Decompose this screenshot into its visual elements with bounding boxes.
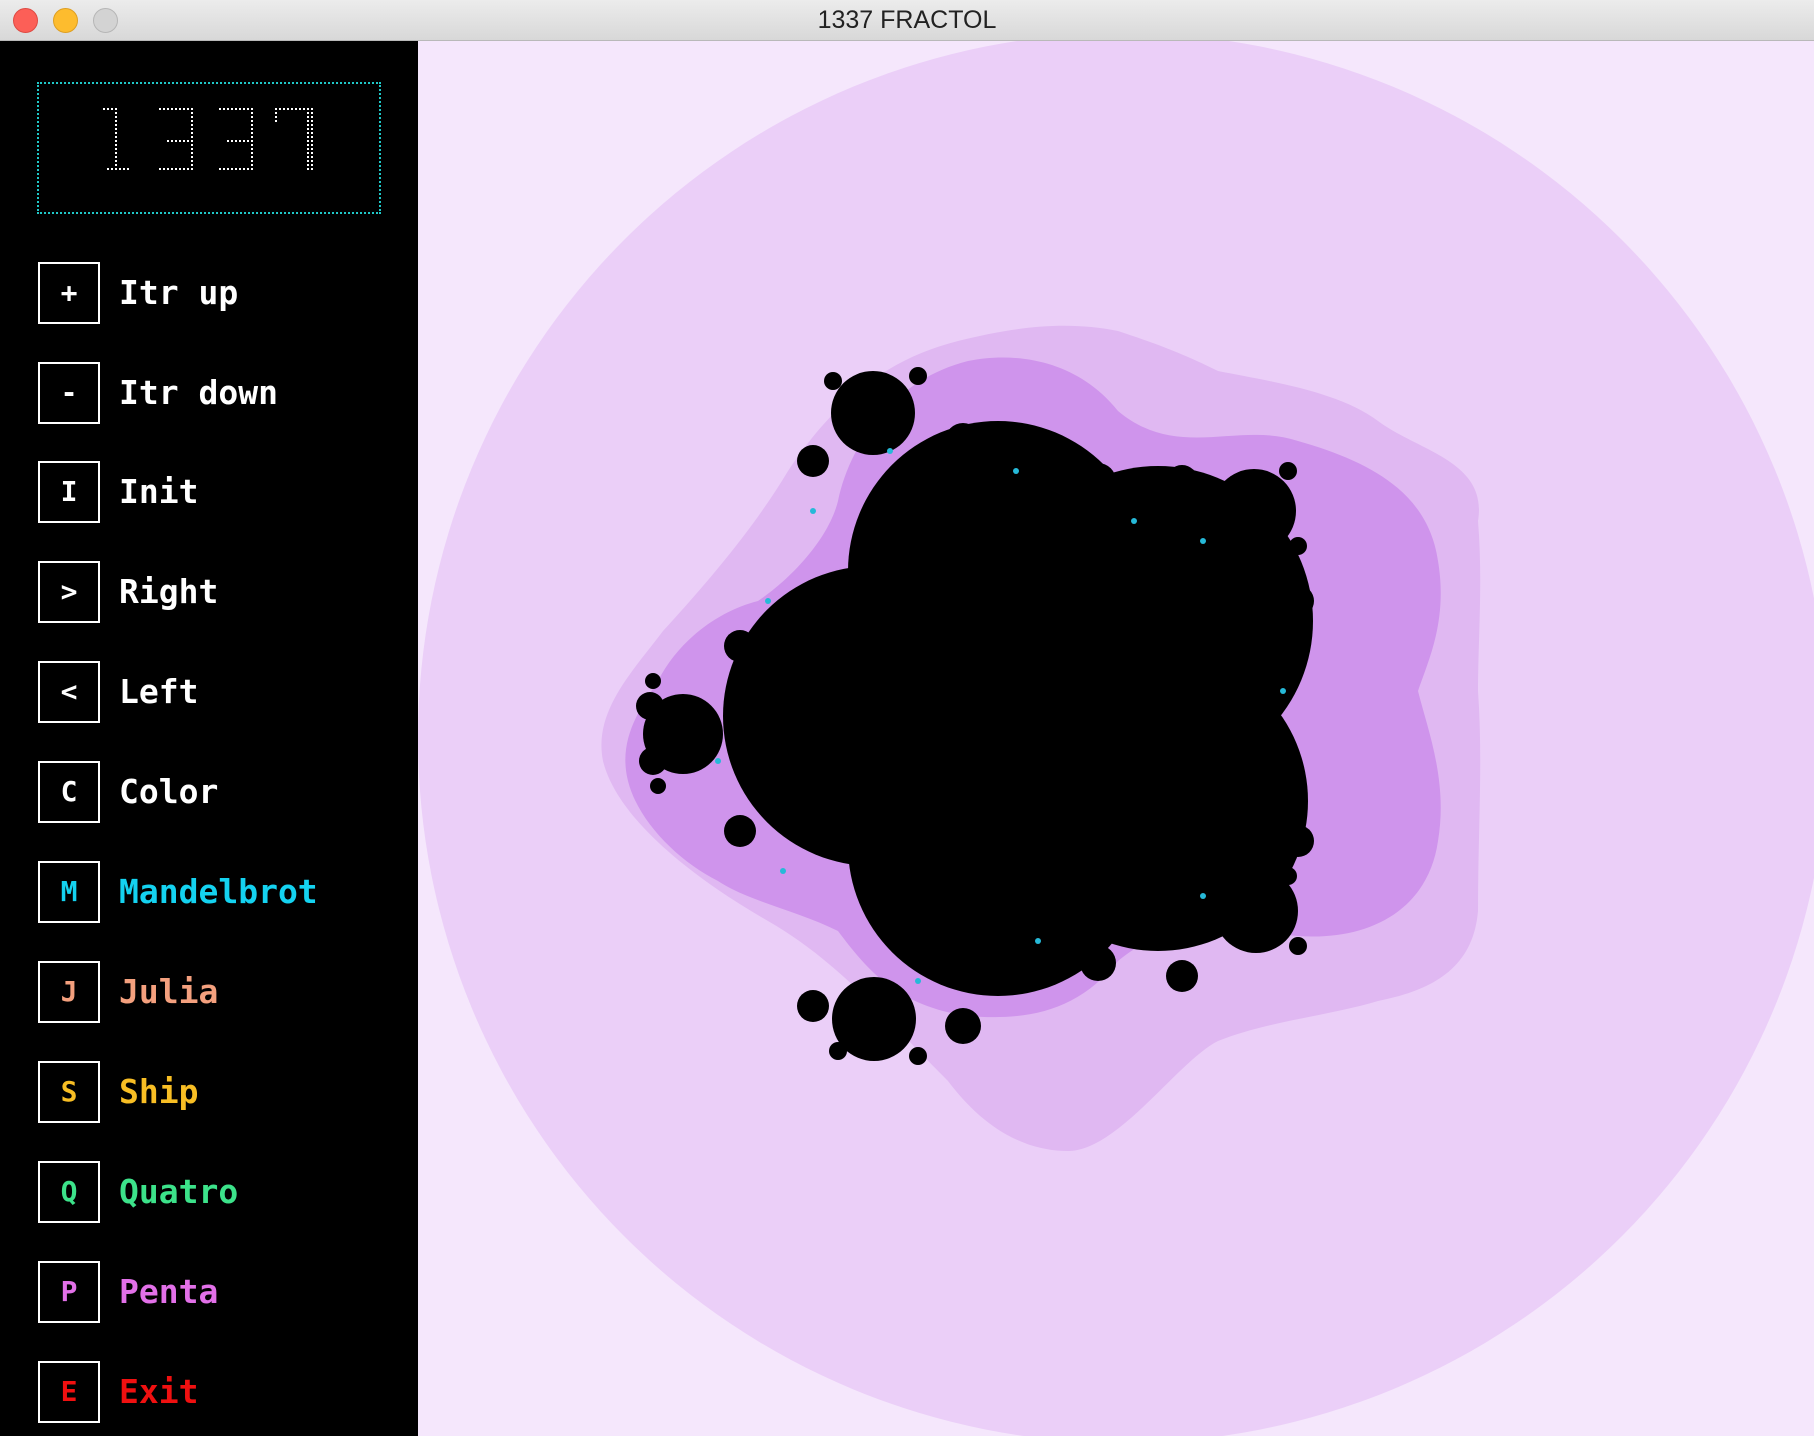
window-title: 1337 FRACTOL [817,6,997,34]
key-j: J [38,961,100,1023]
menu-right[interactable]: > Right [38,561,398,623]
menu-ship[interactable]: S Ship [38,1061,398,1123]
menu-label-mandelbrot: Mandelbrot [119,872,318,911]
menu-label-color: Color [119,772,219,811]
app-window: 1337 FRACTOL + Itr up - Itr down I Init … [0,0,1814,1436]
menu-quatro[interactable]: Q Quatro [38,1161,398,1223]
sidebar: + Itr up - Itr down I Init > Right < Lef… [0,41,418,1436]
menu-mandelbrot[interactable]: M Mandelbrot [38,861,398,923]
menu-label-exit: Exit [119,1372,199,1411]
logo-box [37,82,381,214]
menu-itr-up[interactable]: + Itr up [38,262,398,324]
key-i: I [38,461,100,523]
menu-left[interactable]: < Left [38,661,398,723]
key-p: P [38,1261,100,1323]
menu-label-left: Left [119,672,199,711]
key-m: M [38,861,100,923]
menu-penta[interactable]: P Penta [38,1261,398,1323]
logo-digits [101,108,313,172]
menu-label-right: Right [119,572,219,611]
menu-label-itr-up: Itr up [119,273,239,312]
key-s: S [38,1061,100,1123]
menu-itr-down[interactable]: - Itr down [38,362,398,424]
menu-julia[interactable]: J Julia [38,961,398,1023]
menu-label-quatro: Quatro [119,1172,239,1211]
logo-1337 [101,108,313,172]
menu-label-ship: Ship [119,1072,199,1111]
key-minus: - [38,362,100,424]
menu-init[interactable]: I Init [38,461,398,523]
key-plus: + [38,262,100,324]
menu-label-penta: Penta [119,1272,219,1311]
menu-label-julia: Julia [119,972,219,1011]
key-q: Q [38,1161,100,1223]
title-bar[interactable]: 1337 FRACTOL [0,0,1814,41]
menu-exit[interactable]: E Exit [38,1361,398,1423]
menu-label-init: Init [119,472,199,511]
key-less-than: < [38,661,100,723]
key-c: C [38,761,100,823]
fractal-canvas[interactable] [418,41,1814,1436]
key-greater-than: > [38,561,100,623]
menu-color[interactable]: C Color [38,761,398,823]
fractal-render [418,41,1814,1436]
menu-label-itr-down: Itr down [119,373,278,412]
key-e: E [38,1361,100,1423]
